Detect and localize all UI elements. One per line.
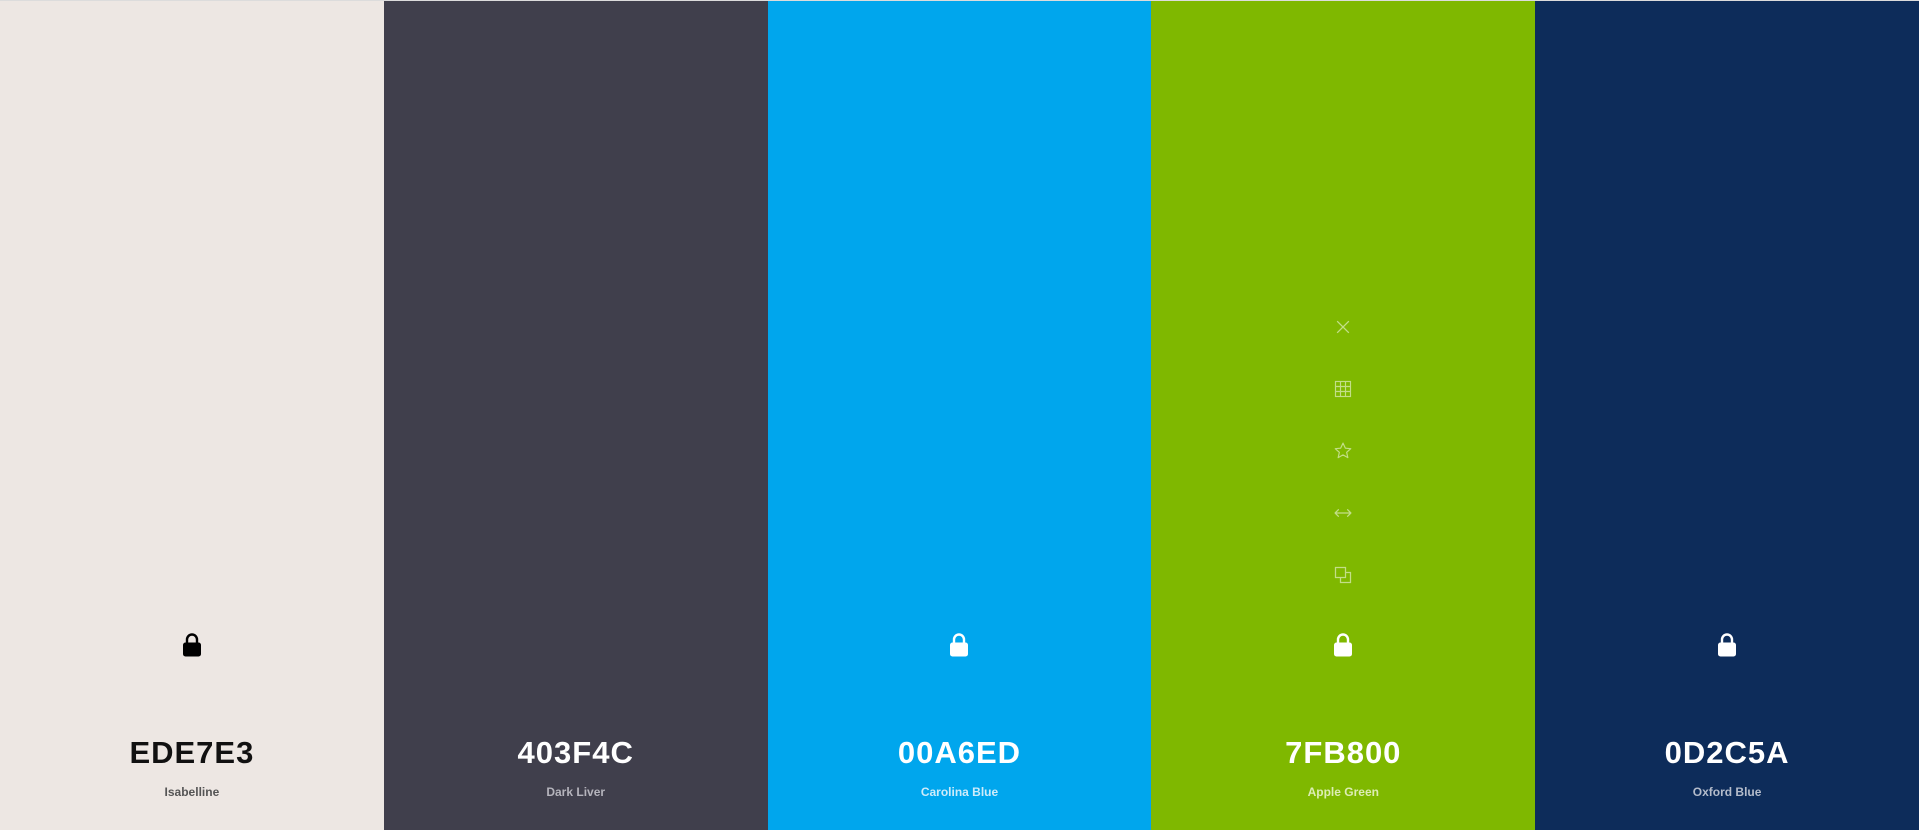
- lock-icon[interactable]: [946, 629, 972, 661]
- swatch-oxford-blue[interactable]: 0D2C5A Oxford Blue: [1535, 1, 1919, 830]
- swatch-toolbar: [1151, 311, 1535, 621]
- drag-arrows-icon[interactable]: [1327, 497, 1359, 529]
- hex-code[interactable]: 7FB800: [1151, 735, 1535, 771]
- color-name[interactable]: Dark Liver: [384, 785, 768, 799]
- color-name[interactable]: Apple Green: [1151, 785, 1535, 799]
- swatch-apple-green[interactable]: 7FB800 Apple Green: [1151, 1, 1536, 830]
- swatch-dark-liver[interactable]: 403F4C Dark Liver: [383, 1, 768, 830]
- hex-code[interactable]: 403F4C: [384, 735, 768, 771]
- hex-code[interactable]: 0D2C5A: [1535, 735, 1919, 771]
- hex-code[interactable]: 00A6ED: [768, 735, 1152, 771]
- lock-icon[interactable]: [179, 629, 205, 661]
- lock-icon[interactable]: [1714, 629, 1740, 661]
- lock-icon[interactable]: [1330, 629, 1356, 661]
- grid-icon[interactable]: [1327, 373, 1359, 405]
- copy-icon[interactable]: [1327, 559, 1359, 591]
- color-name[interactable]: Carolina Blue: [768, 785, 1152, 799]
- star-icon[interactable]: [1327, 435, 1359, 467]
- swatch-isabelline[interactable]: EDE7E3 Isabelline: [0, 1, 384, 830]
- color-name[interactable]: Oxford Blue: [1535, 785, 1919, 799]
- color-name[interactable]: Isabelline: [0, 785, 384, 799]
- swatch-carolina-blue[interactable]: 00A6ED Carolina Blue: [767, 1, 1152, 830]
- hex-code[interactable]: EDE7E3: [0, 735, 384, 771]
- palette: EDE7E3 Isabelline 403F4C Dark Liver 00A6…: [0, 0, 1919, 830]
- close-icon[interactable]: [1327, 311, 1359, 343]
